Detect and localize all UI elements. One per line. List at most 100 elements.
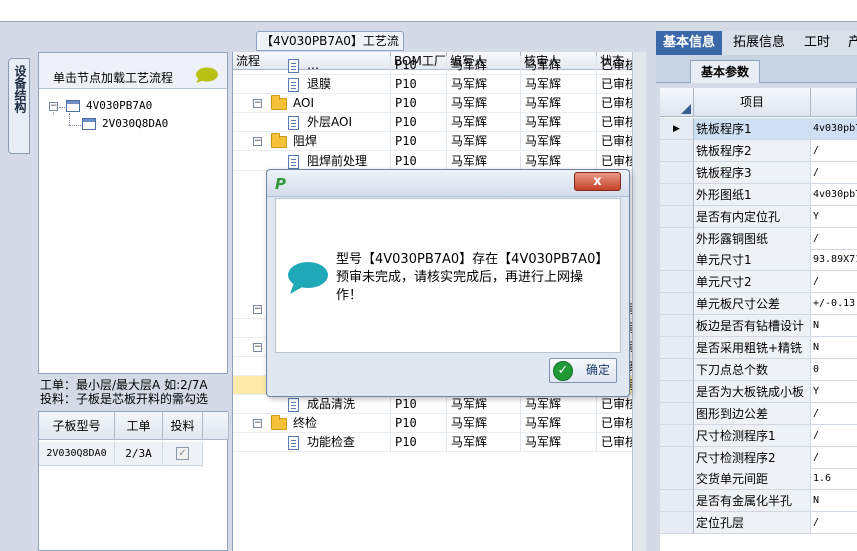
row-indicator[interactable] [660, 358, 694, 381]
process-bom-cell[interactable]: P10 [391, 414, 447, 433]
process-bom-cell[interactable]: P10 [391, 75, 447, 94]
sub-board-model-cell[interactable]: 2V030Q8DA0 [39, 442, 115, 466]
process-writer-cell[interactable]: 马军辉 [447, 56, 521, 75]
process-writer-cell[interactable]: 马军辉 [447, 75, 521, 94]
process-name-cell[interactable]: 成品清洗 [233, 395, 391, 414]
dialog-titlebar[interactable]: P x [267, 170, 629, 197]
param-value[interactable]: 4v030pb7 [811, 184, 857, 206]
tree-collapse-toggle[interactable]: − [253, 137, 262, 146]
row-indicator[interactable] [660, 337, 694, 359]
param-value[interactable]: +/-0.13 [811, 293, 857, 316]
param-value[interactable]: / [811, 162, 857, 184]
tab-work-hours[interactable]: 工时 [797, 31, 837, 55]
process-bom-cell[interactable]: P10 [391, 433, 447, 452]
row-indicator[interactable] [660, 183, 694, 206]
param-value[interactable]: N [811, 337, 857, 359]
param-value[interactable]: / [811, 271, 857, 294]
process-row[interactable]: 退膜P10马军辉马军辉已审核 [233, 75, 632, 94]
process-reviewer-cell[interactable]: 马军辉 [521, 94, 597, 113]
row-indicator[interactable] [660, 249, 694, 272]
process-writer-cell[interactable]: 马军辉 [447, 433, 521, 452]
sub-board-order-cell[interactable]: 2/3A [115, 442, 163, 466]
tab-basic-info[interactable]: 基本信息 [656, 31, 723, 55]
tree-node-child[interactable]: 2V030Q8DA0 [102, 117, 168, 130]
process-name-cell[interactable]: … [233, 56, 391, 75]
process-bom-cell[interactable]: P10 [391, 56, 447, 75]
row-indicator[interactable] [660, 161, 694, 184]
param-row[interactable]: 交货单元间距 1.6 [660, 468, 857, 491]
row-indicator[interactable] [660, 490, 694, 513]
param-value[interactable]: 1.6 [811, 468, 857, 491]
param-row[interactable]: 铣板程序2/ [660, 139, 857, 162]
row-indicator[interactable] [660, 402, 694, 425]
process-reviewer-cell[interactable]: 马军辉 [521, 414, 597, 433]
process-name-cell[interactable]: − 阻焊 [233, 132, 391, 151]
param-row[interactable]: 单元板尺寸公差 +/-0.13 [660, 293, 857, 316]
process-reviewer-cell[interactable]: 马军辉 [521, 433, 597, 452]
param-value[interactable]: 4v030pb7 [811, 118, 857, 140]
process-writer-cell[interactable]: 马军辉 [447, 395, 521, 414]
param-value[interactable]: / [811, 425, 857, 447]
process-reviewer-cell[interactable]: 马军辉 [521, 56, 597, 75]
param-row[interactable]: 单元尺寸2/ [660, 271, 857, 294]
process-reviewer-cell[interactable]: 马军辉 [521, 75, 597, 94]
param-row[interactable]: 是否采用粗铣+精铣 N [660, 337, 857, 359]
param-value[interactable]: 93.89X71 [811, 249, 857, 272]
process-row[interactable]: −终检P10马军辉马军辉已审核 [233, 414, 632, 433]
param-value[interactable]: / [811, 512, 857, 535]
row-indicator[interactable] [660, 468, 694, 491]
tree-node-root[interactable]: 4V030PB7A0 [86, 99, 152, 112]
param-row[interactable]: 定位孔层 / [660, 512, 857, 535]
feed-checkbox[interactable]: ✓ [176, 447, 189, 460]
process-row[interactable]: 外层AOIP10马军辉马军辉已审核 [233, 113, 632, 132]
tree-collapse-toggle[interactable]: − [49, 102, 58, 111]
tree-collapse-toggle[interactable]: − [253, 343, 262, 352]
param-value[interactable]: / [811, 140, 857, 162]
process-reviewer-cell[interactable]: 马军辉 [521, 395, 597, 414]
process-name-cell[interactable]: − 终检 [233, 414, 391, 433]
tree-collapse-toggle[interactable]: − [253, 99, 262, 108]
row-indicator[interactable] [660, 512, 694, 535]
process-bom-cell[interactable]: P10 [391, 132, 447, 151]
process-bom-cell[interactable]: P10 [391, 395, 447, 414]
process-name-cell[interactable]: − AOI [233, 94, 391, 113]
param-row[interactable]: 图形到边公差 / [660, 402, 857, 425]
process-name-cell[interactable]: 功能检查 [233, 433, 391, 452]
row-indicator[interactable] [660, 205, 694, 228]
row-indicator[interactable] [660, 424, 694, 447]
process-status-cell[interactable]: 已审核 [597, 94, 632, 113]
param-row[interactable]: 尺寸检测程序2/ [660, 446, 857, 469]
row-indicator[interactable] [660, 315, 694, 338]
row-indicator[interactable] [660, 380, 694, 403]
dialog-close-button[interactable]: x [574, 172, 621, 191]
param-row[interactable]: 铣板程序3/ [660, 161, 857, 184]
param-row[interactable]: 是否有金属化半孔 N [660, 490, 857, 513]
row-indicator[interactable] [660, 293, 694, 316]
param-value[interactable]: / [811, 403, 857, 425]
process-name-cell[interactable]: 退膜 [233, 75, 391, 94]
param-value[interactable]: 0 [811, 359, 857, 381]
process-row[interactable]: −阻焊P10马军辉马军辉已审核 [233, 132, 632, 151]
process-status-cell[interactable]: 已审核 [597, 75, 632, 94]
param-value[interactable]: / [811, 447, 857, 469]
param-row[interactable]: 是否为大板铣成小板 Y [660, 380, 857, 403]
param-row[interactable]: 外形图纸1 4v030pb7 [660, 183, 857, 206]
param-row[interactable]: 尺寸检测程序1/ [660, 424, 857, 447]
param-value[interactable]: Y [811, 381, 857, 403]
process-row[interactable]: 成品清洗P10马军辉马军辉已审核 [233, 395, 632, 414]
row-indicator[interactable] [660, 227, 694, 250]
ok-button[interactable]: ✓ 确定 [549, 358, 617, 383]
param-row[interactable]: 外形露铜图纸 / [660, 227, 857, 250]
process-row[interactable]: 功能检查P10马军辉马军辉已审核 [233, 433, 632, 452]
process-bom-cell[interactable]: P10 [391, 113, 447, 132]
process-bom-cell[interactable]: P10 [391, 94, 447, 113]
process-status-cell[interactable]: 已审核 [597, 113, 632, 132]
process-writer-cell[interactable]: 马军辉 [447, 414, 521, 433]
process-status-cell[interactable]: 已审核 [597, 56, 632, 75]
tab-extended-info[interactable]: 拓展信息 [726, 31, 792, 55]
row-indicator[interactable] [660, 271, 694, 294]
param-row[interactable]: ▶ 铣板程序1 4v030pb7 [660, 118, 857, 140]
process-row[interactable]: …P10马军辉马军辉已审核 [233, 56, 632, 75]
device-structure-tab[interactable]: 设备结构 [8, 58, 30, 154]
process-name-cell[interactable]: 外层AOI [233, 113, 391, 132]
